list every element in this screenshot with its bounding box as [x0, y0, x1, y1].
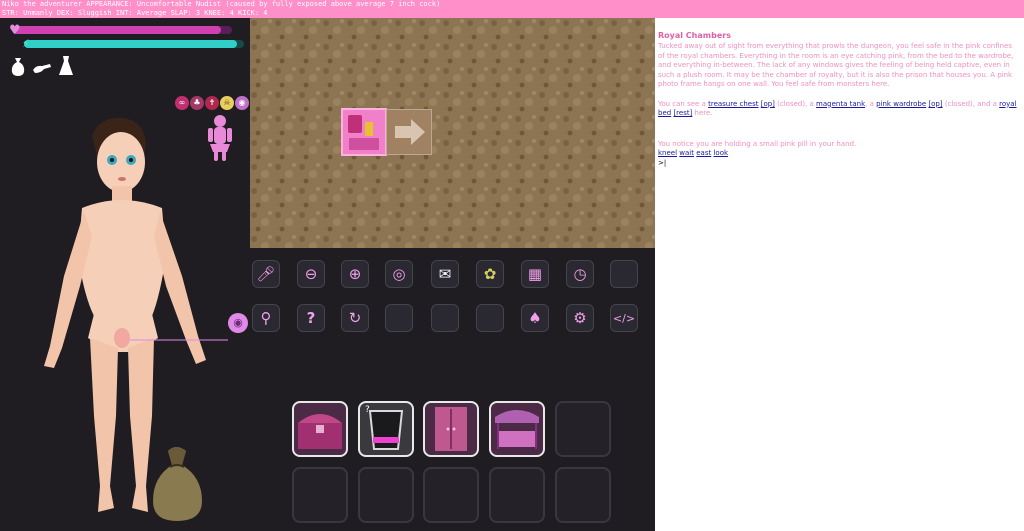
command-wait[interactable]: wait: [679, 149, 694, 157]
tiered-cake-icon[interactable]: ♣: [190, 96, 204, 110]
current-room-royal-chambers[interactable]: [341, 108, 387, 156]
cross-icon[interactable]: ✝: [205, 96, 219, 110]
character-panel: ♥ ⚡ ∞ ♣ ✝ ☠ ◉ ◉: [0, 18, 250, 531]
eye-icon[interactable]: ◉: [235, 96, 249, 110]
visible-objects-line: You can see a treasure chest [op] (close…: [658, 100, 1020, 119]
item-slot-magenta-tank[interactable]: ?: [358, 401, 414, 457]
code-window-icon[interactable]: </>: [610, 304, 638, 332]
story-text-panel: Royal Chambers Tucked away out of sight …: [655, 18, 1024, 531]
rest-link[interactable]: [rest]: [673, 109, 692, 117]
speech-bubble-icon[interactable]: ✉: [431, 260, 459, 288]
item-slot-empty: [555, 467, 611, 523]
item-slot-empty: [358, 467, 414, 523]
player-character-figure: [44, 117, 228, 512]
glove-icon[interactable]: [32, 62, 52, 78]
item-slot-empty: [555, 401, 611, 457]
item-slot-empty: [292, 467, 348, 523]
pink-wardrobe-icon: [435, 407, 467, 451]
timer-icon[interactable]: ◷: [566, 260, 594, 288]
command-links: kneel wait east look: [658, 149, 1020, 159]
command-kneel[interactable]: kneel: [658, 149, 677, 157]
zoom-in-icon[interactable]: ⊕: [341, 260, 369, 288]
treasure-chest-link[interactable]: treasure chest: [708, 100, 758, 108]
help-icon[interactable]: ?: [297, 304, 325, 332]
east-arrow-icon: [395, 119, 425, 145]
empty-toolbar-slot: [431, 304, 459, 332]
pill-notice: You notice you are holding a small pink …: [658, 139, 857, 148]
item-slot-empty: [423, 467, 479, 523]
empty-toolbar-slot: [476, 304, 504, 332]
room-chest-marker: [349, 138, 379, 150]
skull-icon[interactable]: ☠: [220, 96, 234, 110]
dungeon-map[interactable]: [250, 18, 655, 248]
status-effects: ∞ ♣ ✝ ☠ ◉: [175, 96, 249, 110]
east-corridor[interactable]: [386, 109, 432, 155]
coin-sack-icon[interactable]: [150, 443, 205, 523]
command-east[interactable]: east: [696, 149, 711, 157]
see-prefix: You can see a: [658, 99, 709, 108]
pineapple-icon[interactable]: ♠: [521, 304, 549, 332]
heart-icon: ♥: [9, 23, 21, 38]
pink-wardrobe-link[interactable]: pink wardrobe: [876, 100, 926, 108]
status-bar: Niko the adventurer APPEARANCE: Uncomfor…: [0, 0, 1024, 18]
text-cursor: |: [663, 158, 667, 167]
brain-icon[interactable]: ✿: [476, 260, 504, 288]
room-title: Royal Chambers: [658, 31, 731, 40]
room-bed-marker: [348, 115, 362, 133]
item-slot-treasure-chest[interactable]: [292, 401, 348, 457]
dress-icon[interactable]: [58, 56, 74, 80]
treasure-chest-icon: [298, 414, 342, 449]
gear-icon[interactable]: ⚙: [566, 304, 594, 332]
magenta-tank-link[interactable]: magenta tank: [816, 100, 865, 108]
closed-text: (closed), and a: [942, 99, 1000, 108]
tank-label: ?: [365, 405, 370, 415]
inventory-icon[interactable]: ▦: [521, 260, 549, 288]
room-description: Tucked away out of sight from everything…: [658, 42, 1014, 88]
microphone-icon[interactable]: 🎤︎: [252, 260, 280, 288]
separator-text: , a: [865, 99, 877, 108]
royal-bed-icon: [495, 410, 539, 449]
globe-icon[interactable]: ◎: [385, 260, 413, 288]
infinity-icon[interactable]: ∞: [175, 96, 189, 110]
map-texture: [250, 18, 655, 248]
zoom-out-icon[interactable]: ⊖: [297, 260, 325, 288]
item-slot-pink-wardrobe[interactable]: [423, 401, 479, 457]
eye-icon[interactable]: ◉: [228, 313, 248, 333]
sack-icon[interactable]: [10, 56, 26, 80]
item-slot-empty: [489, 467, 545, 523]
map-pin-icon[interactable]: ⚲: [252, 304, 280, 332]
appearance-line: Niko the adventurer APPEARANCE: Uncomfor…: [2, 0, 441, 8]
command-look[interactable]: look: [713, 149, 728, 157]
energy-bar-fill: [24, 40, 238, 48]
stats-line: STR: Unmanly DEX: Sluggish INT: Average …: [2, 9, 268, 17]
empty-toolbar-slot: [385, 304, 413, 332]
here-text: here.: [692, 109, 713, 117]
command-input[interactable]: >|: [658, 159, 1020, 169]
energy-bar: [24, 40, 244, 48]
closed-text: (closed), a: [774, 99, 817, 108]
open-chest-link[interactable]: [op]: [761, 100, 775, 108]
empty-toolbar-slot: [610, 260, 638, 288]
undo-icon[interactable]: ↻: [341, 304, 369, 332]
player-marker: [365, 122, 373, 136]
open-wardrobe-link[interactable]: [op]: [928, 100, 942, 108]
health-bar: [12, 26, 232, 34]
health-bar-fill: [12, 26, 221, 34]
bolt-icon: ⚡: [22, 37, 30, 50]
item-slot-royal-bed[interactable]: [489, 401, 545, 457]
